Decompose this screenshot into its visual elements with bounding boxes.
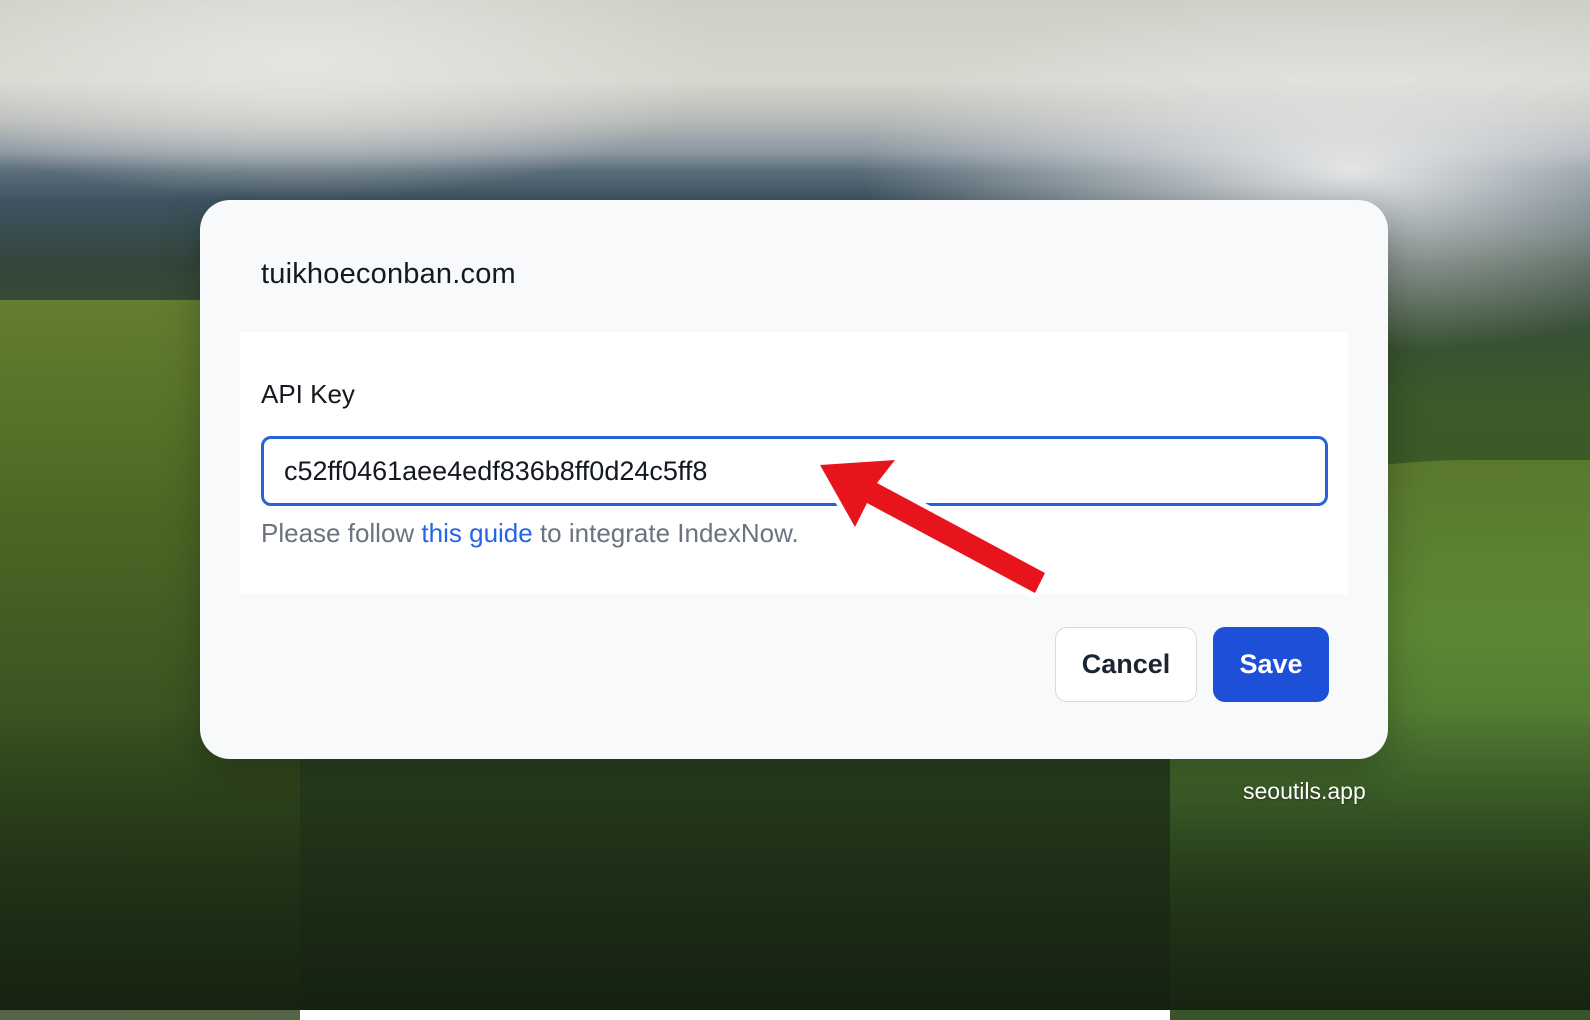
- watermark: seoutils.app: [1243, 778, 1366, 804]
- dialog-body: API Key Please follow this guide to inte…: [240, 332, 1348, 594]
- api-key-input[interactable]: [261, 436, 1328, 506]
- cancel-button[interactable]: Cancel: [1055, 627, 1197, 702]
- dialog-title: tuikhoeconban.com: [261, 258, 516, 290]
- api-key-dialog: tuikhoeconban.com API Key Please follow …: [200, 200, 1388, 759]
- api-key-label: API Key: [261, 379, 355, 409]
- help-text-suffix: to integrate IndexNow.: [532, 518, 799, 548]
- guide-link[interactable]: this guide: [421, 518, 532, 548]
- help-text: Please follow this guide to integrate In…: [261, 518, 799, 549]
- save-button[interactable]: Save: [1213, 627, 1329, 702]
- help-text-prefix: Please follow: [261, 518, 422, 548]
